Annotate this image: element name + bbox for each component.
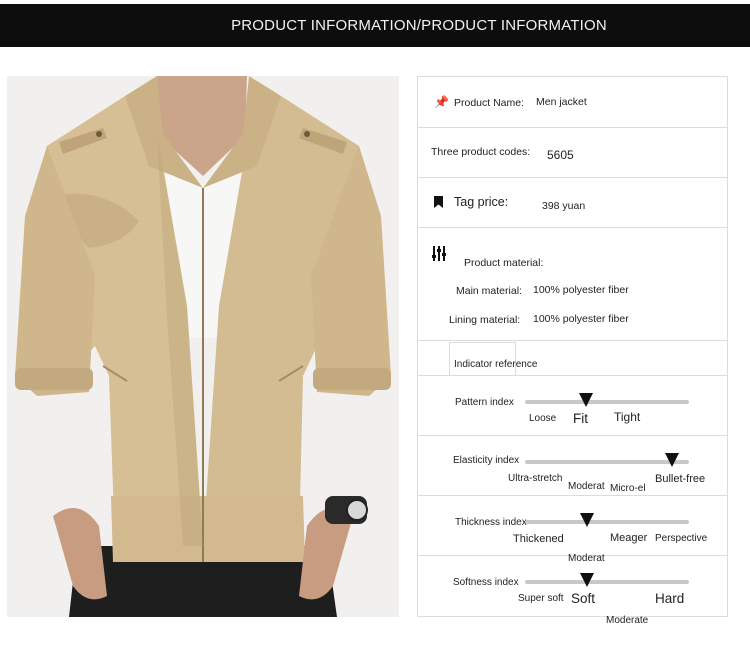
product-name-label: Product Name: [454, 97, 525, 109]
indicator-reference-tab[interactable]: Indicator reference [449, 342, 537, 376]
bookmark-icon [434, 196, 443, 211]
header-title: PRODUCT INFORMATION/PRODUCT INFORMATION [231, 17, 607, 34]
product-info-panel: 📌 Product Name: Men jacket Three product… [417, 76, 728, 626]
elasticity-option-moderate: Moderat [568, 481, 605, 492]
elasticity-index-row: Elasticity index Ultra-stretch Moderat M… [418, 436, 727, 496]
elasticity-option-micro-elastic: Micro-el [610, 483, 646, 494]
product-codes-row: Three product codes: 5605 [418, 128, 727, 178]
elasticity-option-bullet-free: Bullet-free [655, 473, 706, 485]
pin-icon: 📌 [434, 95, 449, 109]
pattern-index-row: Pattern index Loose Fit Tight [418, 376, 727, 436]
lining-material-label: Lining material: [449, 314, 521, 326]
product-name-row: 📌 Product Name: Men jacket [418, 77, 727, 128]
product-codes-value: 5605 [547, 148, 574, 162]
softness-index-label: Softness index [453, 577, 519, 588]
sliders-icon [432, 246, 446, 264]
indicator-reference-label: Indicator reference [454, 359, 538, 370]
elasticity-index-label: Elasticity index [453, 455, 520, 466]
tag-price-row: Tag price: 398 yuan [418, 178, 727, 228]
thickness-index-label: Thickness index [455, 517, 527, 528]
pattern-index-label: Pattern index [455, 397, 514, 408]
softness-index-row: Softness index Super soft Soft Moderate … [418, 556, 727, 626]
product-photo [7, 76, 399, 617]
thickness-option-thickened: Thickened [513, 533, 564, 545]
tag-price-value: 398 yuan [542, 200, 586, 212]
softness-option-super-soft: Super soft [518, 593, 564, 604]
elasticity-option-ultra-stretch: Ultra-stretch [508, 473, 563, 484]
thickness-option-perspective: Perspective [655, 533, 708, 544]
softness-index-marker[interactable] [580, 573, 594, 587]
lining-material-value: 100% polyester fiber [533, 313, 629, 325]
pattern-index-track [525, 400, 689, 404]
material-row: Product material: Main material: 100% po… [418, 228, 727, 341]
main-material-value: 100% polyester fiber [533, 284, 629, 296]
thickness-option-meager: Meager [610, 532, 648, 544]
elasticity-index-marker[interactable] [665, 453, 679, 467]
pattern-option-tight: Tight [614, 410, 641, 424]
thickness-index-track [525, 520, 689, 524]
tag-price-label: Tag price: [454, 195, 509, 209]
pattern-option-fit: Fit [573, 411, 588, 426]
jacket-illustration [7, 76, 399, 617]
thickness-index-row: Thickness index Thickened Moderat Meager… [418, 496, 727, 564]
pattern-option-loose: Loose [529, 413, 557, 424]
main-material-label: Main material: [456, 285, 522, 297]
product-material-label: Product material: [464, 257, 544, 269]
softness-option-soft: Soft [571, 591, 596, 606]
softness-option-moderate: Moderate [606, 615, 649, 626]
product-codes-label: Three product codes: [431, 146, 531, 158]
header-bar: PRODUCT INFORMATION/PRODUCT INFORMATION [0, 4, 750, 47]
softness-option-hard: Hard [655, 591, 685, 606]
pattern-index-marker[interactable] [579, 393, 593, 407]
softness-index-track [525, 580, 689, 584]
thickness-index-marker[interactable] [580, 513, 594, 527]
product-name-value: Men jacket [536, 96, 587, 108]
